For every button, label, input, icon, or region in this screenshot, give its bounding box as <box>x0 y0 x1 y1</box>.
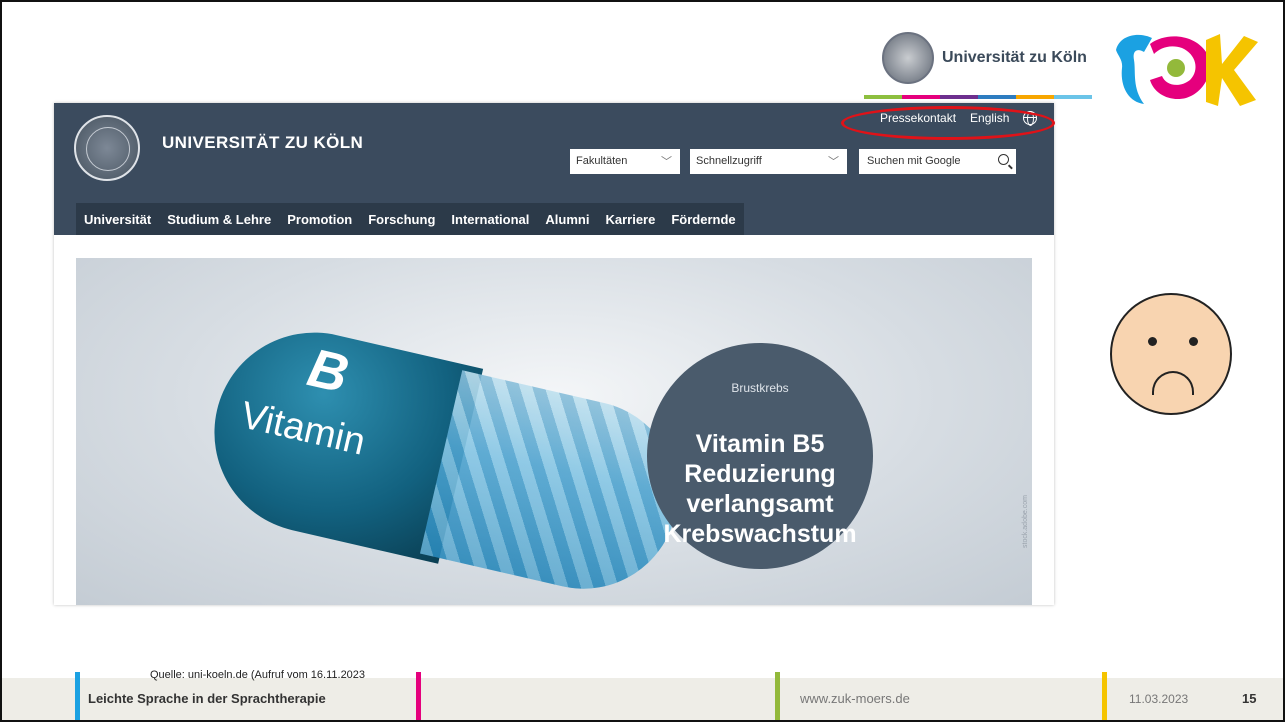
left-eye <box>1148 337 1157 346</box>
nav-item-universitaet[interactable]: Universität <box>76 203 159 235</box>
nav-item-promotion[interactable]: Promotion <box>279 203 360 235</box>
nav-item-alumni[interactable]: Alumni <box>537 203 597 235</box>
hero-headline-line: Krebswachstum <box>663 520 857 548</box>
right-eye <box>1189 337 1198 346</box>
footer-bar-blue <box>75 672 80 720</box>
footer-date: 11.03.2023 <box>1129 692 1189 706</box>
search-input[interactable]: Suchen mit Google <box>859 149 1016 174</box>
hero-teaser-circle[interactable]: Brustkrebs Vitamin B5 Reduzierung verlan… <box>647 343 873 569</box>
capsule-letter: B <box>302 337 354 405</box>
hero-category: Brustkrebs <box>731 381 789 395</box>
search-placeholder: Suchen mit Google <box>867 155 961 167</box>
faculties-select-value: Fakultäten <box>576 155 628 167</box>
quick-access-select-value: Schnellzugriff <box>696 155 762 167</box>
footer-bar-yellow <box>1102 672 1107 720</box>
slide: Universität zu Köln UNIVERSITÄT ZU KÖLN … <box>0 0 1285 722</box>
nav-item-forschung[interactable]: Forschung <box>360 203 443 235</box>
hero-headline-line: Reduzierung <box>684 460 836 488</box>
frown <box>1152 371 1194 395</box>
search-icon[interactable] <box>998 154 1009 165</box>
quick-access-select[interactable]: Schnellzugriff ﹀ <box>690 149 847 174</box>
source-note: Quelle: uni-koeln.de (Aufruf vom 16.11.2… <box>150 669 366 681</box>
site-title[interactable]: UNIVERSITÄT ZU KÖLN <box>162 133 363 153</box>
main-nav: Universität Studium & Lehre Promotion Fo… <box>76 203 744 235</box>
hero-headline: Vitamin B5 Reduzierung verlangsamt Krebs… <box>633 429 887 549</box>
footer-url[interactable]: www.zuk-moers.de <box>800 691 910 706</box>
site-header: UNIVERSITÄT ZU KÖLN Pressekontakt Englis… <box>54 103 1055 235</box>
zuk-logo-icon <box>1116 34 1258 106</box>
university-name: Universität zu Köln <box>942 49 1087 66</box>
footer-bar-green <box>775 672 780 720</box>
nav-item-international[interactable]: International <box>443 203 537 235</box>
university-seal-icon <box>882 32 934 84</box>
nav-item-foerdernde[interactable]: Fördernde <box>663 203 743 235</box>
sad-face-icon <box>1110 293 1232 415</box>
site-seal-icon[interactable] <box>74 115 140 181</box>
highlight-ellipse <box>841 106 1055 140</box>
hero-headline-line: verlangsamt <box>686 490 834 518</box>
chevron-down-icon: ﹀ <box>828 156 839 168</box>
capsule-text: Vitamin <box>236 394 370 464</box>
hero-banner[interactable]: B Vitamin Brustkrebs Vitamin B5 Reduzier… <box>76 258 1032 605</box>
nav-item-karriere[interactable]: Karriere <box>597 203 663 235</box>
footer-bar-magenta <box>416 672 421 720</box>
vitamin-capsule-image: B Vitamin <box>194 312 698 605</box>
color-stripe <box>864 95 1092 99</box>
university-brand: Universität zu Köln <box>882 32 1087 84</box>
footer-title: Leichte Sprache in der Sprachtherapie <box>88 691 326 706</box>
image-credit: stock.adobe.com <box>1022 495 1029 548</box>
chevron-down-icon: ﹀ <box>661 156 672 168</box>
page-number: 15 <box>1242 691 1257 706</box>
hero-headline-line: Vitamin B5 <box>695 430 825 458</box>
faculties-select[interactable]: Fakultäten ﹀ <box>570 149 680 174</box>
website-screenshot: UNIVERSITÄT ZU KÖLN Pressekontakt Englis… <box>54 103 1055 605</box>
nav-item-studium-lehre[interactable]: Studium & Lehre <box>159 203 279 235</box>
